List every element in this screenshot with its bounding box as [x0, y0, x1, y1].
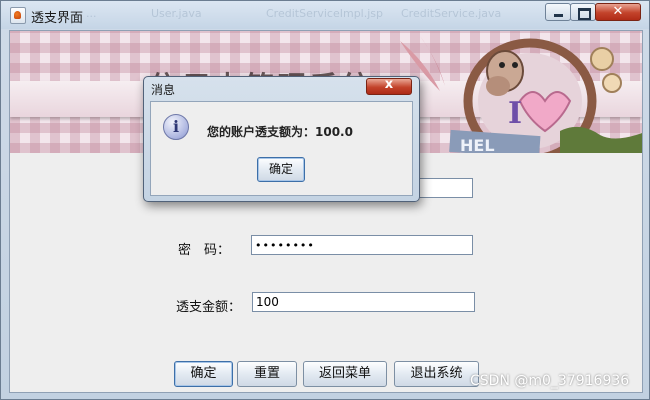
password-label: 密 码： — [178, 243, 231, 258]
dialog-body: i 您的账户透支额为：100.0 确定 — [150, 101, 413, 196]
background-tab-label: ... — [86, 7, 97, 20]
close-window-button[interactable] — [595, 3, 641, 21]
dialog-ok-button[interactable]: 确定 — [257, 157, 305, 182]
password-input[interactable] — [251, 235, 473, 255]
banner-sign-text: HEL — [460, 136, 495, 153]
overdraft-amount-input[interactable] — [252, 292, 475, 312]
info-icon: i — [163, 114, 189, 140]
exit-system-button[interactable]: 退出系统 — [394, 361, 479, 387]
background-tab-label: User.java — [151, 7, 202, 20]
java-app-icon — [10, 7, 26, 24]
svg-text:I: I — [508, 96, 522, 131]
dialog-message: 您的账户透支额为：100.0 — [207, 125, 353, 139]
message-dialog: 消息 i 您的账户透支额为：100.0 确定 — [143, 76, 420, 202]
dialog-title: 消息 — [151, 83, 176, 97]
window-title: 透支界面 — [31, 11, 84, 26]
reset-button[interactable]: 重置 — [237, 361, 297, 387]
dialog-close-button[interactable] — [366, 77, 412, 95]
background-tab-label: CreditServiceImpl.jsp — [266, 7, 383, 20]
overdraft-amount-label: 透支金额： — [176, 300, 242, 315]
maximize-button[interactable] — [570, 3, 596, 21]
title-bar[interactable]: 透支界面 ... User.java CreditServiceImpl.jsp… — [1, 1, 649, 29]
background-tab-label: CreditService.java — [401, 7, 502, 20]
confirm-button[interactable]: 确定 — [174, 361, 233, 387]
minimize-button[interactable] — [545, 3, 571, 21]
csdn-watermark: CSDN @m0_37916936 — [470, 373, 630, 389]
back-to-menu-button[interactable]: 返回菜单 — [303, 361, 387, 387]
